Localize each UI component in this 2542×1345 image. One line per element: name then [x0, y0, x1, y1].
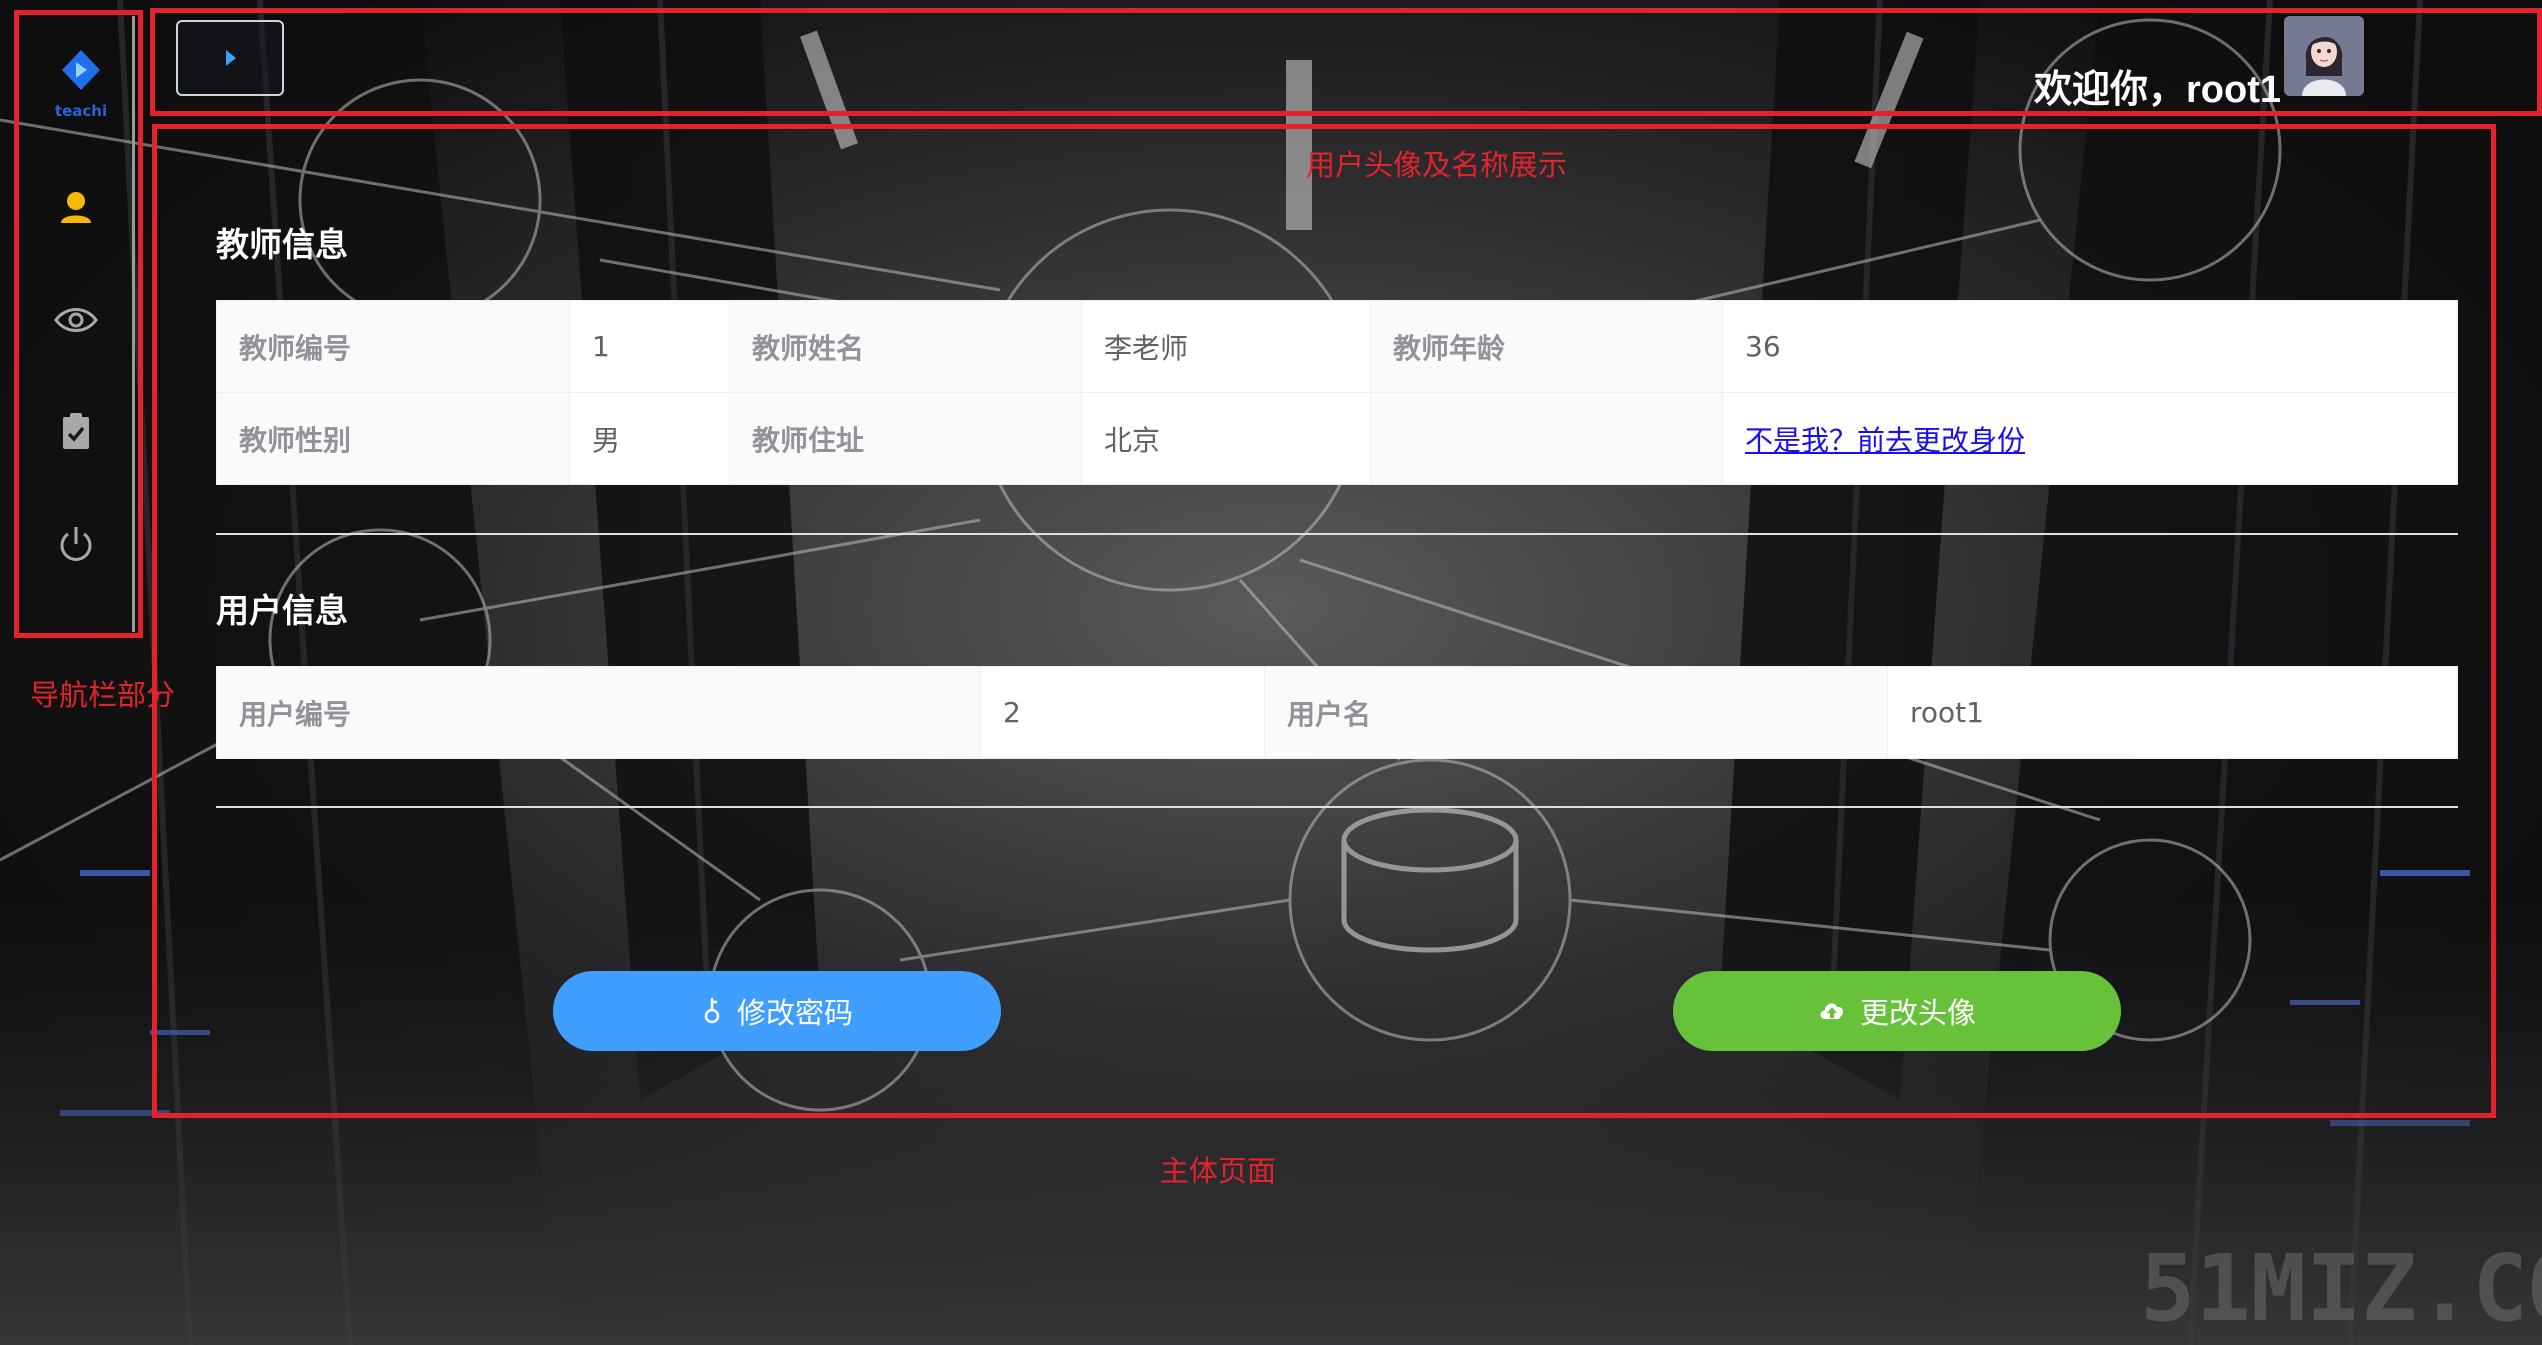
annotation-label-main: 主体页面 [1160, 1154, 1277, 1188]
annotation-label-sidebar: 导航栏部分 [30, 678, 176, 712]
annotation-box-sidebar [14, 10, 143, 638]
annotation-label-header: 用户头像及名称展示 [1306, 148, 1568, 182]
annotation-box-header [150, 8, 2542, 116]
annotation-box-main [152, 124, 2496, 1118]
watermark: 51MIZ.COM [2140, 1235, 2542, 1342]
